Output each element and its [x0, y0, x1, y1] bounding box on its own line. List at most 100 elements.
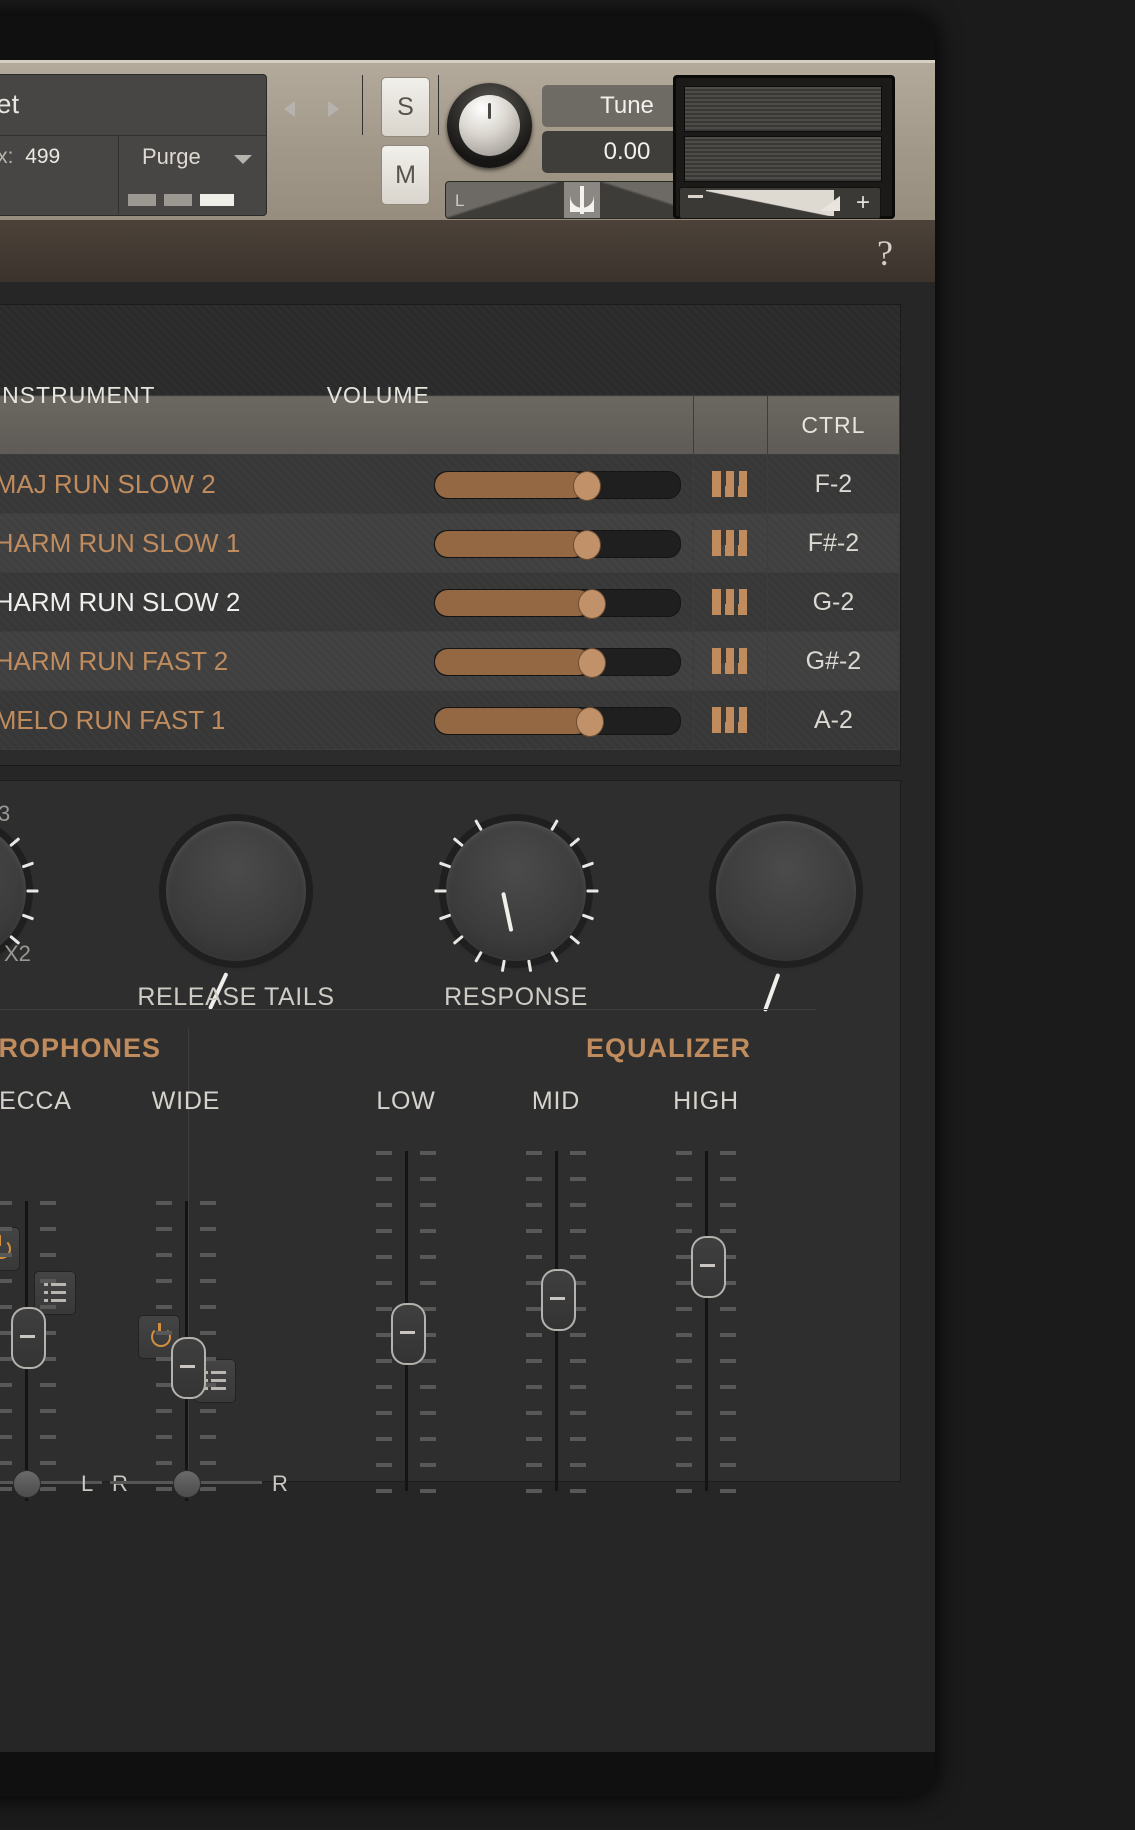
eq-fader-handle[interactable]	[391, 1303, 426, 1365]
mic-fader-decca[interactable]	[0, 1201, 58, 1501]
row-ctrl-right-cell: G-2	[767, 573, 899, 632]
purge-button[interactable]: Purge	[142, 144, 201, 170]
row-key-icon-right-cell[interactable]	[693, 514, 767, 573]
volume-slider-handle[interactable]	[573, 471, 601, 501]
piano-keys-icon[interactable]	[712, 471, 748, 497]
volume-slider[interactable]	[434, 589, 681, 617]
instrument-name-label[interactable]: MAJ RUN SLOW 2	[0, 469, 216, 500]
volume-slider[interactable]	[434, 530, 681, 558]
equalizer-title: EQUALIZER	[586, 1033, 751, 1064]
column-header-instrument: INSTRUMENT	[0, 382, 155, 409]
help-icon[interactable]: ?	[877, 232, 893, 274]
instrument-name-row: Clarinet i	[0, 75, 266, 136]
volume-slider-handle[interactable]	[578, 648, 606, 678]
ctrl-right-value: G-2	[768, 588, 899, 617]
voices-row: 0 Max: 499 Purge	[0, 136, 266, 176]
memory-row: 1.57 GB	[0, 176, 266, 214]
knob-label: RELEASE TAILS	[106, 983, 366, 1012]
eq-fader-low[interactable]	[374, 1151, 438, 1491]
mic-pan-right-label: R	[272, 1471, 288, 1497]
max-value: 499	[25, 145, 60, 168]
instrument-name-label[interactable]: HARM RUN SLOW 1	[0, 528, 240, 559]
pan-left-label: L	[455, 191, 464, 211]
max-voices-label: Max: 499	[0, 145, 60, 169]
output-meter-left	[684, 86, 882, 132]
mic-fader-wide[interactable]	[154, 1201, 218, 1501]
pan-handle[interactable]	[564, 182, 600, 218]
library-subbar: ?	[0, 220, 935, 282]
piano-keys-icon[interactable]	[712, 648, 748, 674]
piano-keys-icon[interactable]	[712, 589, 748, 615]
knob-label: SPEED	[0, 983, 86, 1012]
volume-slider-handle[interactable]	[576, 707, 604, 737]
row-instrument-cell[interactable]: MAJ RUN SLOW 2	[0, 455, 693, 514]
divider-horizontal	[0, 1009, 816, 1010]
chevron-down-icon[interactable]	[234, 155, 252, 164]
ctrl-right-value: G#-2	[768, 647, 899, 676]
row-instrument-cell[interactable]: HARM RUN SLOW 2	[0, 573, 693, 632]
arrow-right-icon[interactable]	[328, 101, 339, 117]
volume-slider[interactable]	[434, 471, 681, 499]
instrument-name-label[interactable]: HARM RUN FAST 2	[0, 646, 228, 677]
knob-value-top: 3	[0, 801, 10, 827]
row-instrument-cell[interactable]: HARM RUN FAST 2	[0, 632, 693, 691]
table-header-row: CTRL INSTRUMENT VOLUME CTRL	[0, 396, 900, 455]
column-header-ctrl-right: CTRL	[801, 412, 865, 438]
row-key-icon-right-cell[interactable]	[693, 691, 767, 750]
instrument-name-label[interactable]: HARM RUN SLOW 2	[0, 587, 240, 618]
table-row[interactable]: E-2MELO RUN FAST 1A-2	[0, 691, 900, 750]
arrow-left-icon[interactable]	[284, 101, 295, 117]
row-key-icon-right-cell[interactable]	[693, 632, 767, 691]
eq-fader-handle[interactable]	[691, 1236, 726, 1298]
row-key-icon-right-cell[interactable]	[693, 573, 767, 632]
output-meter-right	[684, 136, 882, 182]
knob-body[interactable]	[716, 821, 856, 961]
tune-knob[interactable]	[447, 83, 532, 168]
row-ctrl-right-cell: F-2	[767, 455, 899, 514]
volume-plus-icon[interactable]: +	[856, 190, 870, 216]
solo-button[interactable]: S	[381, 77, 430, 137]
mic-fader-handle[interactable]	[11, 1307, 46, 1369]
mic-pan-handle[interactable]	[173, 1470, 201, 1498]
volume-slider[interactable]	[434, 707, 681, 735]
microphones-title: MICROPHONES	[0, 1033, 161, 1064]
eq-fader-mid[interactable]	[524, 1151, 588, 1491]
row-instrument-cell[interactable]: MELO RUN FAST 1	[0, 691, 693, 750]
knob-ring	[153, 808, 319, 974]
mic-pan-handle[interactable]	[13, 1470, 41, 1498]
mic-pan-right-label: R	[112, 1471, 128, 1497]
mic-fader-handle[interactable]	[171, 1337, 206, 1399]
row-instrument-cell[interactable]: HARM RUN SLOW 1	[0, 514, 693, 573]
table-row[interactable]: C#-2HARM RUN SLOW 1F#-2	[0, 514, 900, 573]
eq-fader-high[interactable]	[674, 1151, 738, 1491]
knob-body[interactable]	[446, 821, 586, 961]
volume-slider[interactable]: +	[679, 187, 881, 219]
volume-slider-handle[interactable]	[573, 530, 601, 560]
instrument-name-label[interactable]: MELO RUN FAST 1	[0, 705, 225, 736]
purge-level-bars	[128, 194, 258, 206]
volume-slider-handle[interactable]	[578, 589, 606, 619]
table-row[interactable]: D#-2HARM RUN FAST 2G#-2	[0, 632, 900, 691]
column-header-volume: VOLUME	[327, 382, 430, 409]
knob-value-bottom: X2	[4, 941, 31, 967]
mute-button[interactable]: M	[381, 145, 430, 205]
divider	[438, 75, 439, 135]
volume-slider[interactable]	[434, 648, 681, 676]
divider	[362, 75, 363, 135]
eq-label-high: HIGH	[626, 1087, 786, 1116]
volume-minus-icon[interactable]	[688, 195, 703, 198]
piano-keys-icon[interactable]	[712, 530, 748, 556]
row-key-icon-right-cell[interactable]	[693, 455, 767, 514]
mic-label-decca: DECCA	[0, 1087, 106, 1116]
knob-ring	[703, 808, 869, 974]
knob-body[interactable]	[166, 821, 306, 961]
eq-fader-handle[interactable]	[541, 1269, 576, 1331]
knob-body[interactable]	[0, 821, 26, 961]
row-ctrl-right-cell: F#-2	[767, 514, 899, 573]
table-row[interactable]: D-2HARM RUN SLOW 2G-2	[0, 573, 900, 632]
table-row[interactable]: C-2MAJ RUN SLOW 2F-2	[0, 455, 900, 514]
piano-keys-icon[interactable]	[712, 707, 748, 733]
ctrl-right-value: F#-2	[768, 529, 899, 558]
instrument-info-panel: Clarinet i 0 Max: 499 Purge 1.57 GB	[0, 74, 267, 216]
instrument-name: Clarinet	[0, 89, 19, 120]
